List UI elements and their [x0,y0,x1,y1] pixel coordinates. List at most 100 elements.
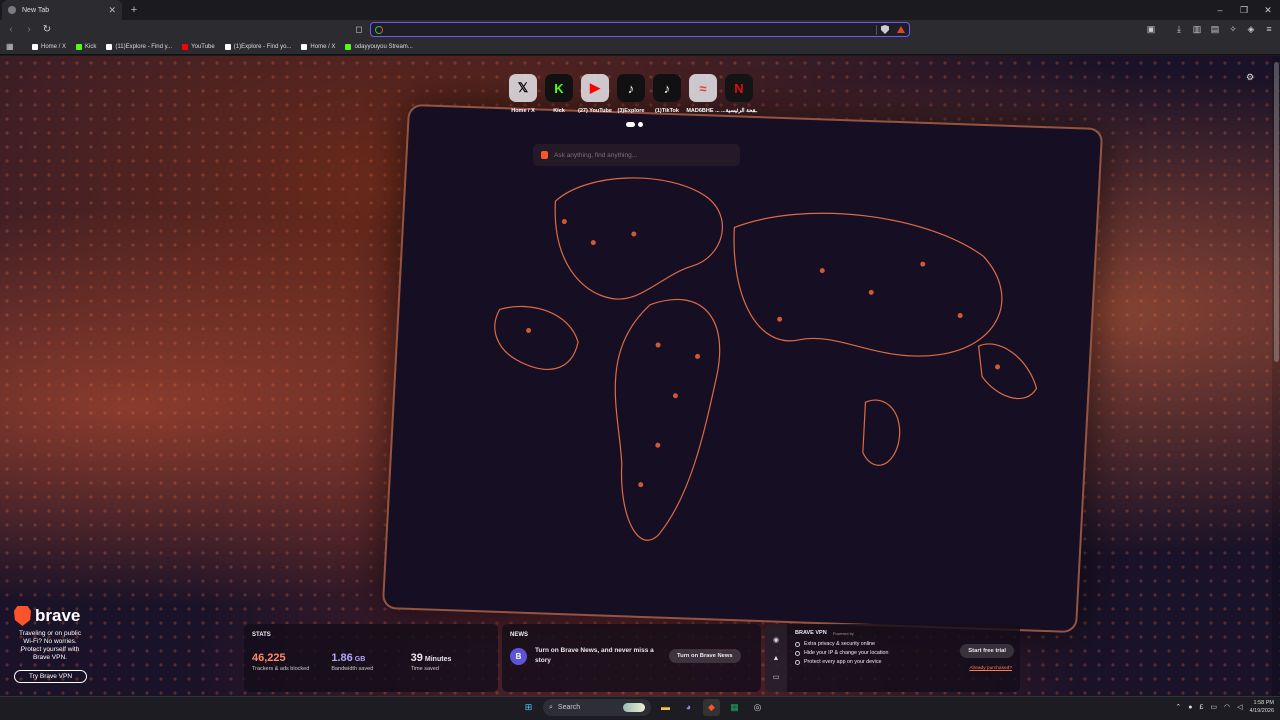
google-icon [375,25,383,34]
brave-shields-icon[interactable] [881,25,889,34]
ntp-search-box[interactable] [533,144,740,166]
brave-rewards-icon[interactable] [897,26,905,33]
url-input[interactable] [387,25,872,34]
top-site-tile[interactable]: K Kick [545,74,573,114]
top-site-label: ...ـقحة الرئيسية [721,108,757,114]
bookmark-item[interactable]: Home / X [297,44,339,50]
scrollbar-thumb[interactable] [1274,62,1279,362]
back-icon[interactable]: ‹ [4,23,18,37]
clock[interactable]: 1:58 PM 4/19/2026 [1250,699,1274,715]
windows-start-icon[interactable]: ⊞ [520,699,537,716]
top-site-label: (27) YouTube [578,108,612,114]
taskbar-search[interactable]: ⌕ Search [543,699,651,716]
close-tab-icon[interactable]: ✕ [108,5,116,16]
world-map-illustration [494,177,1038,541]
restore-button[interactable]: ❐ [1232,0,1256,20]
bookmark-item[interactable]: (11)Explore - Find y... [102,44,176,50]
bookmark-item[interactable]: YouTube [178,44,219,50]
windows-taskbar: ⊞ ⌕ Search ▬ ◕ ◆ ▦ ◎ ⌃ ● £ ▭ ◠ ◁ 1:58 PM… [0,696,1280,720]
stats-heading: STATS [252,632,271,638]
customize-gear-icon[interactable]: ⚙ [1246,72,1256,82]
taskbar-apps: ⊞ ⌕ Search ▬ ◕ ◆ ▦ ◎ [520,699,766,716]
close-window-button[interactable]: ✕ [1256,0,1280,20]
stat-value: 39 [410,652,423,664]
promo-text: Traveling or on public Wi-Fi? No worries… [19,630,81,661]
wallet-icon[interactable]: ▤ [1208,22,1222,36]
favicon-icon [224,44,231,50]
ntp-search-input[interactable] [554,151,732,159]
volume-icon[interactable]: ◁ [1237,703,1242,711]
download-icon[interactable]: ⤓ [1172,22,1186,36]
apps-grid-icon[interactable]: ▦ [6,42,16,52]
vpn-title-row: BRAVE VPN Powered by [795,630,1012,636]
brave-news-icon: B [510,647,527,665]
brave-lion-icon [14,606,31,626]
window-controls: – ❐ ✕ [1208,0,1280,20]
top-site-tile[interactable]: N ...ـقحة الرئيسية [721,74,757,114]
scrollbar[interactable] [1272,56,1280,696]
bookmark-label: Kick [85,44,97,50]
brave-taskbar-icon[interactable]: ◆ [703,699,720,716]
leo-ai-icon[interactable]: ✧ [1226,22,1240,36]
top-site-tile[interactable]: ♪ (1)TikTok [653,74,681,114]
address-bar[interactable] [370,22,910,37]
stat-unit: GB [354,656,366,663]
bookmark-item[interactable]: Kick [72,44,100,50]
currency-icon[interactable]: £ [1200,704,1204,711]
top-site-tile[interactable]: ▶ (27) YouTube [578,74,612,114]
kick-logo-icon: K [545,74,573,102]
start-trial-button[interactable]: Start free trial [960,644,1014,658]
turn-on-news-button[interactable]: Turn on Brave News [669,649,741,663]
vpn-tab-icon[interactable]: ◉ [773,636,779,644]
already-purchased-link[interactable]: Already purchased? [969,666,1012,671]
favicon-icon [301,44,308,50]
file-explorer-icon[interactable]: ▬ [657,699,674,716]
bookmark-item[interactable]: Home / X [28,44,70,50]
bookmark-item[interactable]: (1)Explore - Find yo... [221,44,296,50]
bookmark-label: (11)Explore - Find y... [115,44,173,50]
widget-row: STATS 46,225 Trackers & ads blocked 1.86… [244,624,1024,692]
tab-title: New Tab [22,6,50,14]
top-sites: 𝕏 Home / X K Kick ▶ (27) YouTube ♪ (3)Ex… [509,74,757,114]
forward-icon[interactable]: › [22,23,36,37]
wifi-icon[interactable]: ◠ [1224,703,1230,711]
vpn-icon[interactable]: ◈ [1244,22,1258,36]
top-site-tile[interactable]: 𝕏 Home / X [509,74,537,114]
sidebar-icon[interactable]: ▥ [1190,22,1204,36]
excel-icon[interactable]: ▦ [726,699,743,716]
discord-icon[interactable]: ◕ [680,699,697,716]
clock-time: 1:58 PM [1253,700,1274,706]
minimize-button[interactable]: – [1208,0,1232,20]
top-site-label: (1)TikTok [655,108,679,114]
tiktok-logo-icon: ♪ [617,74,645,102]
rewards-tab-icon[interactable]: ▲ [773,655,780,662]
favicon-icon [32,44,38,50]
stat-value: 46,225 [252,652,286,664]
x-logo-icon: 𝕏 [509,74,537,102]
chevron-up-icon[interactable]: ⌃ [1175,703,1181,711]
menu-icon[interactable]: ≡ [1262,22,1276,36]
vpn-feature: Protect every app on your device [795,659,1012,665]
page-dot[interactable] [626,122,635,127]
top-site-tile[interactable]: ≈ MAD6BHE ... [686,74,720,114]
microphone-icon[interactable]: ● [1188,704,1192,711]
cards-tab-icon[interactable]: ▭ [773,673,780,681]
app-icon[interactable]: ◎ [749,699,766,716]
site-logo-icon: ≈ [689,74,717,102]
top-sites-pager [626,122,643,127]
bookmark-item[interactable]: odayyouyou Stream... [341,44,416,50]
tab-new-tab[interactable]: New Tab ✕ [2,0,122,20]
page-dot[interactable] [638,122,643,127]
tab-strip: New Tab ✕ + – ❐ ✕ [0,0,1280,20]
monitor-icon[interactable]: ▭ [1210,703,1217,711]
try-vpn-button[interactable]: Try Brave VPN [14,670,87,683]
favicon-icon [345,44,352,50]
bookmark-icon[interactable]: ◻ [353,23,365,35]
brave-tab-icon [8,6,16,14]
top-site-tile[interactable]: ♪ (3)Explore [617,74,645,114]
new-tab-button[interactable]: + [126,2,142,18]
brave-brand: brave [14,606,114,626]
media-icon[interactable]: ▣ [1144,22,1158,36]
reload-icon[interactable]: ↻ [40,23,54,37]
brave-wordmark: brave [35,606,81,625]
